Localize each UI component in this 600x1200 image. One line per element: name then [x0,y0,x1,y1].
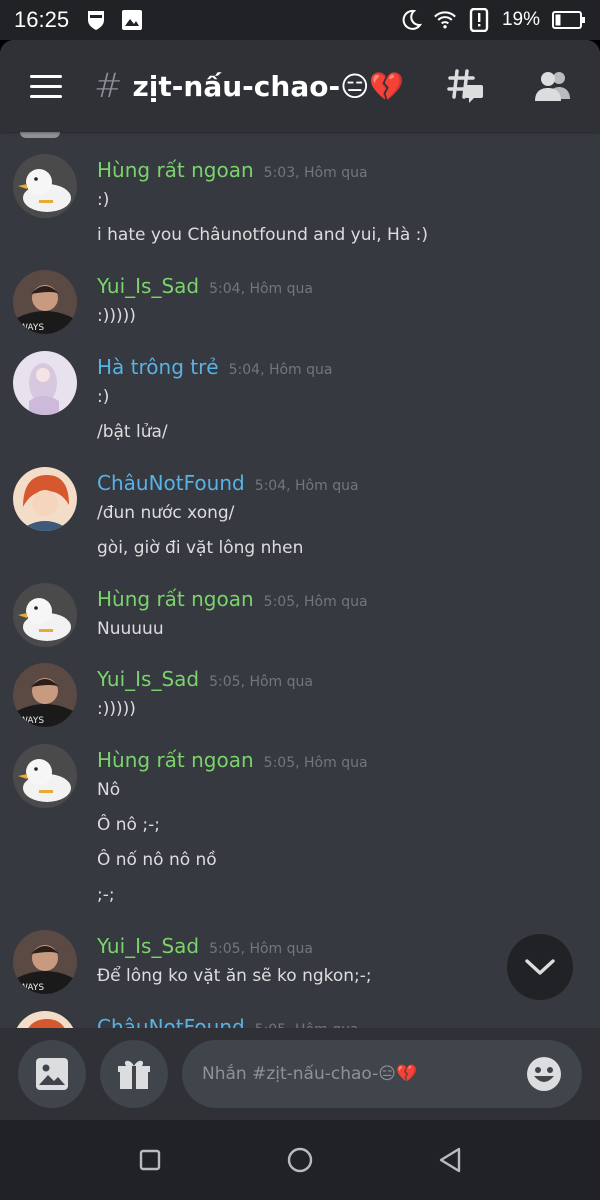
avatar-duck[interactable] [13,583,77,647]
threads-icon[interactable] [446,66,486,106]
wifi-icon [434,9,456,31]
alert-icon [468,8,490,32]
avatar-person[interactable]: WAYS [13,930,77,994]
battery-percent: 19% [501,9,540,30]
avatar-person[interactable]: WAYS [13,663,77,727]
message-text: Ô nô ;-; [97,815,160,835]
avatar-duck[interactable] [13,154,77,218]
message-text: Nuuuuu [97,619,164,639]
message-text: Để lông ko vặt ăn sẽ ko ngkon;-; [97,966,372,986]
home-icon[interactable] [280,1140,320,1180]
avatar-redhair[interactable] [13,1011,77,1028]
message-text: i hate you Châunotfound and yui, Hà :) [97,225,429,245]
timestamp: 5:04, Hôm qua [209,281,313,297]
gift-icon[interactable] [100,1040,168,1108]
message-text: Ô nố nô nô nồ [97,850,217,870]
message-text: :))))) [97,699,136,719]
timestamp: 5:04, Hôm qua [228,362,333,378]
timestamp: 5:05, Hôm qua [263,594,368,610]
username[interactable]: ChâuNotFound [97,471,245,495]
username[interactable]: Yui_Is_Sad [97,667,199,691]
svg-text:WAYS: WAYS [19,323,44,333]
username[interactable]: Yui_Is_Sad [97,934,199,958]
timestamp: 5:05, Hôm qua [263,755,368,771]
chevron-down-icon[interactable] [507,934,573,1000]
channel-title: zịt-nấu-chao-😑💔 [132,69,405,103]
message-text: Nô [97,780,121,800]
system-nav-bar [0,1120,600,1200]
message-input[interactable] [202,1064,526,1084]
status-bar: 16:25 19% [0,0,600,40]
emoji-icon[interactable] [526,1056,562,1092]
avatar-person[interactable]: WAYS [13,270,77,334]
moon-icon [400,9,422,31]
timestamp: 5:04, Hôm qua [254,478,359,494]
username[interactable]: Hùng rất ngoan [97,587,254,611]
channel-hash-icon: # [94,66,123,106]
avatar-anime[interactable] [13,351,77,415]
shield-icon [85,9,107,31]
message-input-box[interactable] [182,1040,582,1108]
avatar-duck[interactable] [13,744,77,808]
avatar-redhair[interactable] [13,467,77,531]
message-composer [0,1028,600,1120]
message-text: :))))) [97,306,136,326]
channel-header: # zịt-nấu-chao-😑💔 [0,40,600,132]
message-text: /đun nước xong/ [97,503,235,523]
timestamp: 5:05, Hôm qua [209,941,313,957]
message-text: gòi, giờ đi vặt lông nhen [97,538,304,558]
status-time: 16:25 [14,7,70,32]
message-text: ;-; [97,885,115,905]
username[interactable]: ChâuNotFound [97,1015,245,1028]
username[interactable]: Hùng rất ngoan [97,748,254,772]
image-icon[interactable] [18,1040,86,1108]
message-text: /bật lửa/ [97,422,168,442]
clipped-avatar [20,132,60,138]
gallery-icon [121,9,143,31]
timestamp: 5:03, Hôm qua [263,165,368,181]
back-icon[interactable] [430,1140,470,1180]
message-text: :) [97,387,110,407]
svg-text:WAYS: WAYS [19,983,44,993]
battery-icon [552,9,586,31]
timestamp: 5:05, Hôm qua [209,674,313,690]
members-icon[interactable] [532,66,572,106]
hamburger-icon[interactable] [22,62,70,110]
svg-text:WAYS: WAYS [19,716,44,726]
username[interactable]: Hùng rất ngoan [97,158,254,182]
message-list[interactable]: Hùng rất ngoan 5:03, Hôm qua :) i hate y… [0,132,600,1028]
username[interactable]: Hà trông trẻ [97,355,219,379]
message-text: :) [97,190,110,210]
app-window: # zịt-nấu-chao-😑💔 Hùng rất ngoan 5:03, H… [0,40,600,1120]
username[interactable]: Yui_Is_Sad [97,274,199,298]
recents-icon[interactable] [130,1140,170,1180]
